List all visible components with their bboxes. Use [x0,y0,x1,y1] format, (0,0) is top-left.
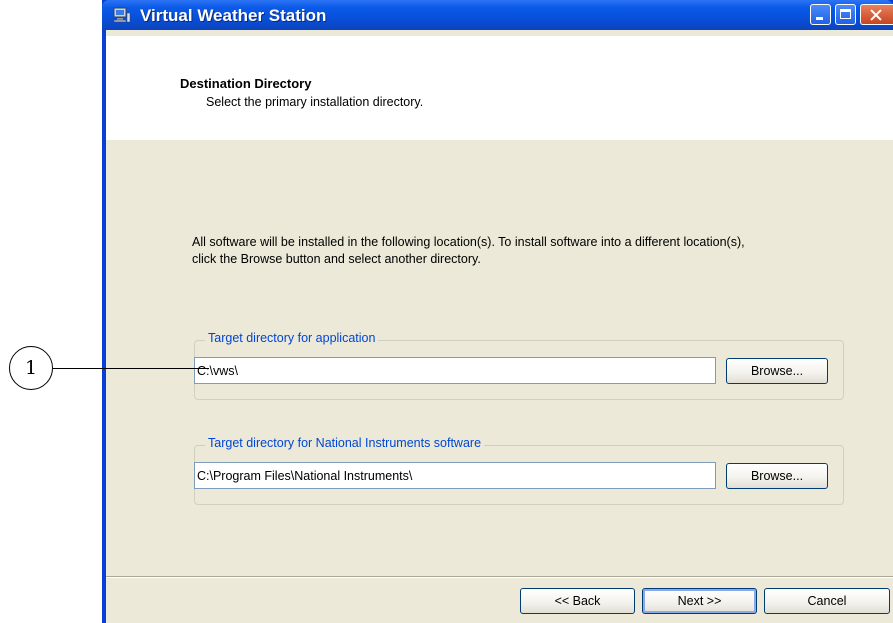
back-button[interactable]: << Back [520,588,635,614]
callout-marker: 1 [9,346,53,390]
cancel-button[interactable]: Cancel [764,588,890,614]
ni-directory-input[interactable] [194,462,716,489]
ni-directory-label: Target directory for National Instrument… [205,436,485,450]
instructions-text: All software will be installed in the fo… [192,235,745,266]
dialog-body: Destination Directory Select the primary… [106,30,893,623]
footer-separator [106,576,893,578]
installer-window: Virtual Weather Station Destination Dire… [102,0,893,623]
next-button[interactable]: Next >> [642,588,757,614]
close-button[interactable] [860,4,893,25]
minimize-button[interactable] [810,4,831,25]
callout-leader-line [53,368,209,369]
application-browse-button[interactable]: Browse... [726,358,828,384]
callout-number: 1 [24,357,38,379]
window-title: Virtual Weather Station [140,6,327,25]
page-subtitle: Select the primary installation director… [206,95,424,109]
page-title: Destination Directory [180,76,312,91]
application-directory-input[interactable] [194,357,716,384]
ni-browse-button[interactable]: Browse... [726,463,828,489]
header-panel: Destination Directory Select the primary… [106,36,893,140]
maximize-button[interactable] [835,4,856,25]
title-bar[interactable]: Virtual Weather Station [102,0,893,30]
application-directory-label: Target directory for application [205,331,379,345]
computer-icon [113,7,131,23]
